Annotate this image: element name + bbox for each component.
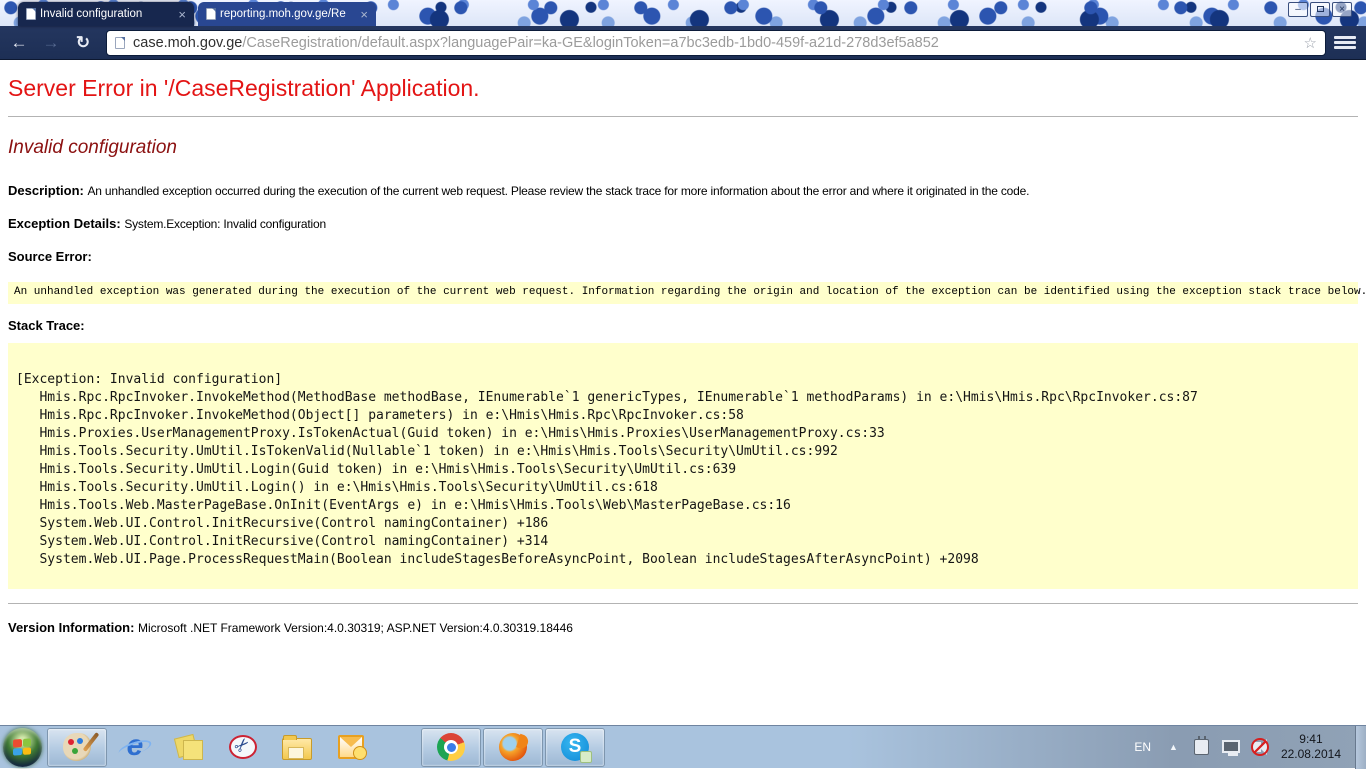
description-label: Description: xyxy=(8,183,87,198)
divider xyxy=(8,116,1358,117)
back-button[interactable]: ← xyxy=(6,33,32,53)
system-tray: EN ▲ 9:41 22.08.2014 xyxy=(1134,726,1366,768)
page-title: Server Error in '/CaseRegistration' Appl… xyxy=(8,75,1358,102)
version-information-line: Version Information: Microsoft .NET Fram… xyxy=(8,620,1358,635)
exception-details-line: Exception Details: System.Exception: Inv… xyxy=(8,216,1358,231)
close-button[interactable]: × xyxy=(1332,2,1352,17)
volume-muted-icon[interactable] xyxy=(1253,742,1261,752)
exception-details-text: System.Exception: Invalid configuration xyxy=(124,217,326,231)
stack-trace-box: [Exception: Invalid configuration] Hmis.… xyxy=(8,343,1358,589)
tab-close-icon[interactable]: × xyxy=(360,8,368,21)
start-button[interactable] xyxy=(3,728,42,767)
taskbar-item-firefox[interactable] xyxy=(483,728,543,767)
taskbar-item-snipping-tool[interactable] xyxy=(217,728,269,767)
page-icon xyxy=(115,37,125,49)
taskbar-item-paint[interactable] xyxy=(47,728,107,767)
description-text: An unhandled exception occurred during t… xyxy=(87,184,1029,198)
snipping-tool-icon xyxy=(229,735,257,759)
show-hidden-icons-icon[interactable]: ▲ xyxy=(1169,742,1178,752)
tab-invalid-configuration[interactable]: Invalid configuration × xyxy=(18,2,194,26)
show-desktop-button[interactable] xyxy=(1355,726,1366,769)
version-information-text: Microsoft .NET Framework Version:4.0.303… xyxy=(138,621,573,635)
exception-details-label: Exception Details: xyxy=(8,216,124,231)
network-icon[interactable] xyxy=(1222,740,1240,753)
tab-title: reporting.moh.gov.ge/Re xyxy=(220,8,356,20)
taskbar-item-sticky-notes[interactable] xyxy=(163,728,215,767)
description-line: Description: An unhandled exception occu… xyxy=(8,183,1358,198)
tab-title: Invalid configuration xyxy=(40,8,174,20)
error-page: Server Error in '/CaseRegistration' Appl… xyxy=(0,61,1366,725)
sticky-notes-icon xyxy=(176,734,202,760)
windows-logo-icon xyxy=(13,738,31,755)
url-path: /CaseRegistration/default.aspx?languageP… xyxy=(242,35,939,51)
reload-button[interactable]: ↻ xyxy=(70,33,96,53)
url-host: case.moh.gov.ge xyxy=(133,35,242,51)
browser-titlebar: Invalid configuration × reporting.moh.go… xyxy=(0,0,1366,26)
chrome-icon xyxy=(437,733,465,761)
page-favicon-icon xyxy=(26,8,36,20)
exception-subtitle: Invalid configuration xyxy=(8,137,1358,159)
maximize-button[interactable] xyxy=(1310,2,1330,17)
source-error-box: An unhandled exception was generated dur… xyxy=(8,282,1358,304)
url-text[interactable]: case.moh.gov.ge/CaseRegistration/default… xyxy=(133,35,1298,51)
bookmark-star-icon[interactable]: ☆ xyxy=(1304,34,1317,52)
language-indicator[interactable]: EN xyxy=(1134,740,1151,754)
address-bar[interactable]: case.moh.gov.ge/CaseRegistration/default… xyxy=(106,30,1326,56)
taskbar-item-chrome[interactable] xyxy=(421,728,481,767)
power-plug-icon[interactable] xyxy=(1194,739,1209,755)
internet-explorer-icon: e xyxy=(120,733,150,761)
firefox-icon xyxy=(499,733,527,761)
forward-button[interactable]: → xyxy=(38,33,64,53)
tab-reporting-moh-gov-ge[interactable]: reporting.moh.gov.ge/Re × xyxy=(198,2,376,26)
maximize-icon xyxy=(1317,6,1324,12)
paint-icon xyxy=(63,733,91,761)
minimize-button[interactable]: – xyxy=(1288,2,1308,17)
taskbar-item-skype[interactable]: S xyxy=(545,728,605,767)
folder-icon xyxy=(282,738,312,760)
stack-trace-label: Stack Trace: xyxy=(8,318,1358,333)
chrome-menu-icon[interactable] xyxy=(1334,36,1356,49)
taskbar-item-internet-explorer[interactable]: e xyxy=(109,728,161,767)
taskbar-item-outlook[interactable] xyxy=(325,728,377,767)
window-controls: – × xyxy=(1288,2,1352,17)
clock[interactable]: 9:41 22.08.2014 xyxy=(1281,732,1341,762)
taskbar: e S EN ▲ 9:41 22.08.2014 xyxy=(0,725,1366,768)
page-favicon-icon xyxy=(206,8,216,20)
version-information-label: Version Information: xyxy=(8,620,138,635)
taskbar-item-windows-explorer[interactable] xyxy=(271,728,323,767)
tab-close-icon[interactable]: × xyxy=(178,8,186,21)
browser-toolbar: ← → ↻ case.moh.gov.ge/CaseRegistration/d… xyxy=(0,26,1366,60)
clock-date: 22.08.2014 xyxy=(1281,747,1341,762)
skype-icon: S xyxy=(561,733,589,761)
divider xyxy=(8,603,1358,604)
source-error-label: Source Error: xyxy=(8,249,1358,264)
clock-time: 9:41 xyxy=(1281,732,1341,747)
outlook-icon xyxy=(338,735,364,759)
